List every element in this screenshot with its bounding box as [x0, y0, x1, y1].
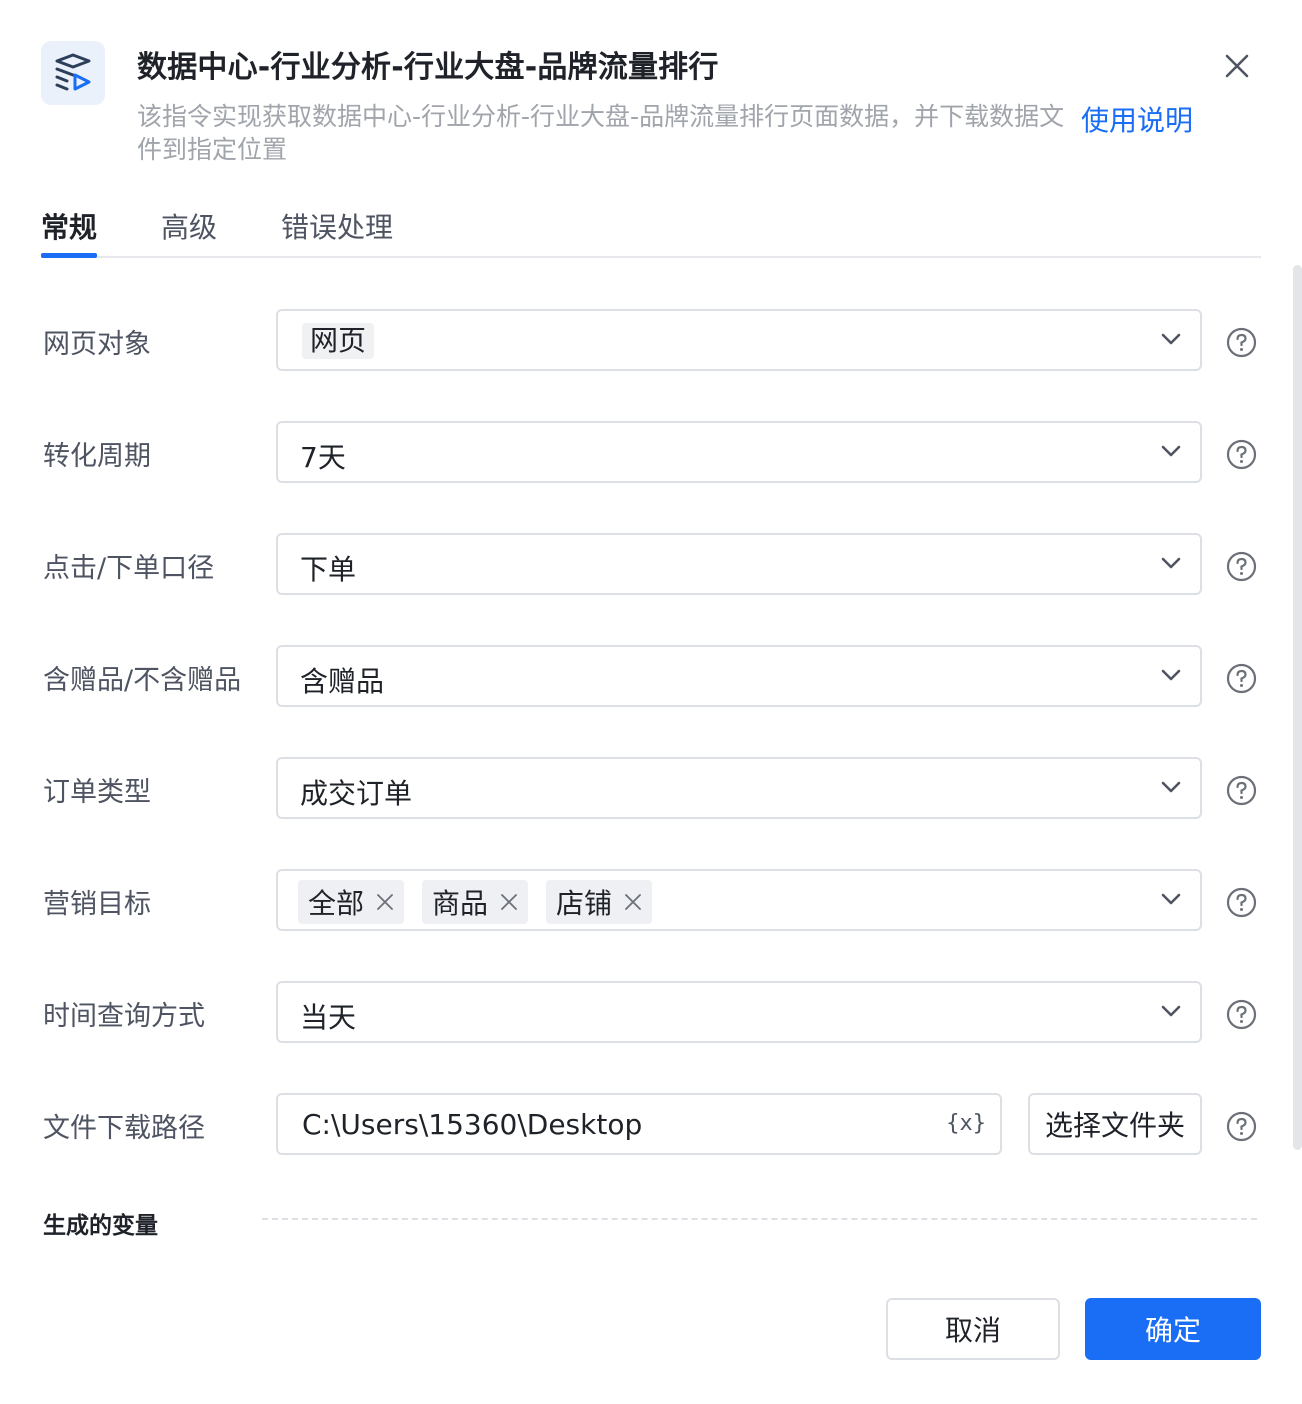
dialog-title: 数据中心-行业分析-行业大盘-品牌流量排行 [137, 50, 719, 85]
select-folder-button[interactable]: 选择文件夹 [1028, 1093, 1202, 1155]
click-order-scope-value: 下单 [300, 553, 357, 586]
web-object-value: 网页 [302, 323, 375, 359]
tab-bar: 常规 高级 错误处理 [41, 196, 1261, 258]
click-order-scope-select[interactable]: 下单 [276, 533, 1202, 595]
web-object-select[interactable]: 网页 [276, 309, 1202, 371]
time-query-select[interactable]: 当天 [276, 981, 1202, 1043]
marketing-target-tag-store: 店铺 [546, 880, 653, 924]
close-icon[interactable] [500, 893, 518, 911]
help-circle-icon[interactable] [1226, 1111, 1257, 1142]
confirm-button[interactable]: 确定 [1085, 1298, 1261, 1360]
download-path-label: 文件下载路径 [43, 1113, 205, 1144]
marketing-target-tag-product: 商品 [422, 880, 529, 924]
tab-error-handling[interactable]: 错误处理 [281, 206, 393, 246]
conversion-period-label: 转化周期 [43, 441, 151, 472]
gift-option-label: 含赠品/不含赠品 [43, 665, 242, 696]
help-circle-icon[interactable] [1226, 999, 1257, 1030]
help-link[interactable]: 使用说明 [1081, 99, 1193, 139]
close-icon [1225, 54, 1249, 78]
tag-label: 店铺 [556, 887, 613, 920]
click-order-scope-label: 点击/下单口径 [43, 553, 215, 584]
order-type-label: 订单类型 [43, 777, 151, 808]
conversion-period-value: 7天 [300, 441, 346, 474]
time-query-label: 时间查询方式 [43, 1001, 205, 1032]
scrollbar[interactable] [1293, 265, 1302, 1150]
marketing-target-tag-all: 全部 [298, 880, 405, 924]
close-icon[interactable] [624, 893, 642, 911]
help-circle-icon[interactable] [1226, 551, 1257, 582]
conversion-period-select[interactable]: 7天 [276, 421, 1202, 483]
dialog-description: 该指令实现获取数据中心-行业分析-行业大盘-品牌流量排行页面数据，并下载数据文件… [137, 102, 1065, 164]
close-button[interactable] [1217, 46, 1257, 86]
time-query-value: 当天 [300, 1001, 357, 1034]
tab-active-indicator [41, 253, 97, 258]
help-circle-icon[interactable] [1226, 663, 1257, 694]
generated-vars-title: 生成的变量 [43, 1213, 158, 1239]
chevron-down-icon [1161, 557, 1181, 569]
tag-label: 商品 [432, 887, 489, 920]
help-circle-icon[interactable] [1226, 327, 1257, 358]
marketing-target-select[interactable]: 全部 商品 店铺 [276, 869, 1202, 931]
robot-flow-icon [41, 41, 105, 105]
help-circle-icon[interactable] [1226, 887, 1257, 918]
dialog: 数据中心-行业分析-行业大盘-品牌流量排行 该指令实现获取数据中心-行业分析-行… [0, 0, 1302, 1404]
download-path-input[interactable]: C:\Users\15360\Desktop {x} [276, 1093, 1002, 1155]
help-circle-icon[interactable] [1226, 439, 1257, 470]
chevron-down-icon [1161, 893, 1181, 905]
gift-option-select[interactable]: 含赠品 [276, 645, 1202, 707]
chevron-down-icon [1161, 333, 1181, 345]
help-circle-icon[interactable] [1226, 775, 1257, 806]
chevron-down-icon [1161, 781, 1181, 793]
close-icon[interactable] [376, 893, 394, 911]
chevron-down-icon [1161, 1005, 1181, 1017]
cancel-button[interactable]: 取消 [886, 1298, 1060, 1360]
web-object-label: 网页对象 [43, 329, 151, 360]
section-divider [262, 1218, 1257, 1220]
marketing-target-label: 营销目标 [43, 889, 151, 920]
download-path-value: C:\Users\15360\Desktop [302, 1108, 643, 1141]
chevron-down-icon [1161, 669, 1181, 681]
gift-option-value: 含赠品 [300, 665, 385, 698]
tab-general[interactable]: 常规 [41, 206, 97, 246]
tag-label: 全部 [308, 887, 365, 920]
tab-advanced[interactable]: 高级 [161, 206, 217, 246]
chevron-down-icon [1161, 445, 1181, 457]
order-type-select[interactable]: 成交订单 [276, 757, 1202, 819]
variable-insert-button[interactable]: {x} [946, 1111, 986, 1136]
order-type-value: 成交订单 [300, 777, 413, 810]
